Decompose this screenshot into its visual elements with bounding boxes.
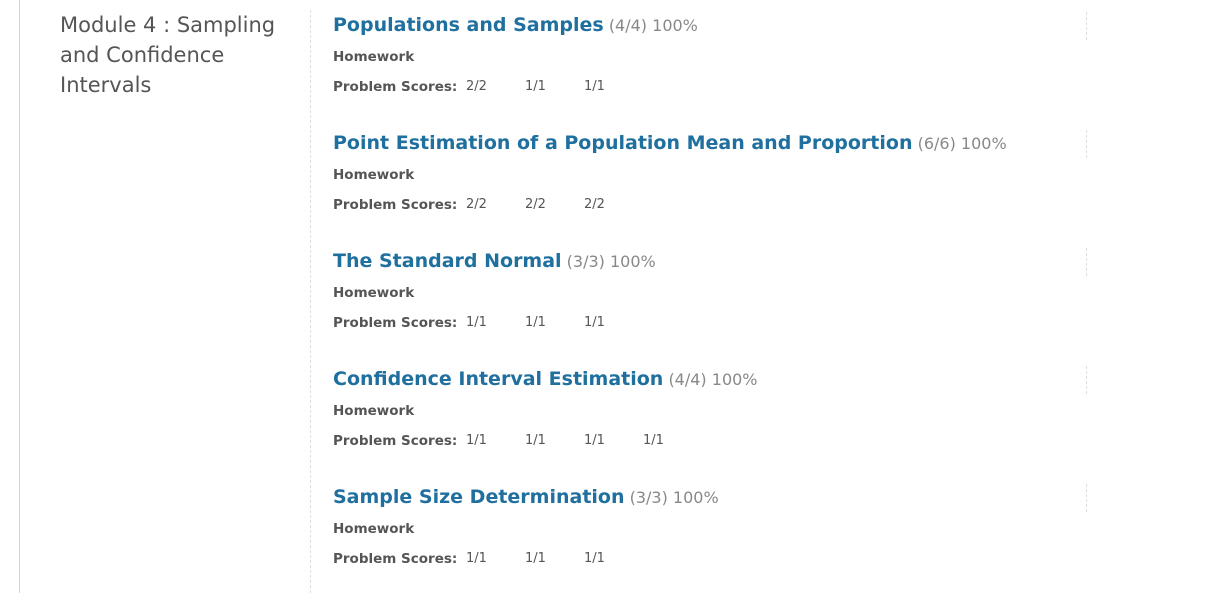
problem-score[interactable]: 1/1 <box>466 544 525 574</box>
problem-scores-label: Problem Scores: <box>333 79 458 95</box>
section-header: Point Estimation of a Population Mean an… <box>333 128 1093 162</box>
section-divider <box>1086 366 1087 394</box>
section-score: (3/3) 100% <box>629 488 719 507</box>
problem-score[interactable]: 1/1 <box>643 426 702 456</box>
problem-score[interactable]: 1/1 <box>525 72 584 102</box>
section-type: Homework <box>333 49 415 65</box>
section-title-link[interactable]: The Standard Normal <box>333 250 562 272</box>
problem-scores-label: Problem Scores: <box>333 551 458 567</box>
problem-scores-label: Problem Scores: <box>333 433 458 449</box>
problem-score[interactable]: 1/1 <box>525 308 584 338</box>
problem-score[interactable]: 2/2 <box>525 190 584 220</box>
problem-scores-row: Problem Scores: 1/1 1/1 1/1 <box>333 544 1093 574</box>
section-list: Populations and Samples (4/4) 100% Homew… <box>333 10 1093 600</box>
problem-score[interactable]: 1/1 <box>584 544 643 574</box>
problem-scores-row: Problem Scores: 1/1 1/1 1/1 1/1 <box>333 426 1093 456</box>
section-header: Confidence Interval Estimation (4/4) 100… <box>333 364 1093 398</box>
problem-score[interactable]: 1/1 <box>525 426 584 456</box>
section-type: Homework <box>333 167 415 183</box>
problem-score[interactable]: 1/1 <box>584 426 643 456</box>
section-item: Confidence Interval Estimation (4/4) 100… <box>333 364 1093 482</box>
section-item: Point Estimation of a Population Mean an… <box>333 128 1093 246</box>
section-header: Sample Size Determination (3/3) 100% <box>333 482 1093 516</box>
section-title-link[interactable]: Populations and Samples <box>333 14 604 36</box>
section-divider <box>1086 130 1087 158</box>
problem-score[interactable]: 1/1 <box>466 426 525 456</box>
section-score: (4/4) 100% <box>608 16 698 35</box>
section-divider <box>1086 12 1087 40</box>
section-header: Populations and Samples (4/4) 100% <box>333 10 1093 44</box>
section-score: (4/4) 100% <box>668 370 758 389</box>
section-score: (3/3) 100% <box>566 252 656 271</box>
section-type: Homework <box>333 285 415 301</box>
section-type: Homework <box>333 403 415 419</box>
problem-score[interactable]: 2/2 <box>466 72 525 102</box>
problem-score[interactable]: 1/1 <box>466 308 525 338</box>
section-item: Sample Size Determination (3/3) 100% Hom… <box>333 482 1093 600</box>
section-header: The Standard Normal (3/3) 100% <box>333 246 1093 280</box>
section-divider <box>1086 484 1087 512</box>
section-score: (6/6) 100% <box>917 134 1007 153</box>
problem-scores-row: Problem Scores: 2/2 1/1 1/1 <box>333 72 1093 102</box>
section-title-link[interactable]: Confidence Interval Estimation <box>333 368 663 390</box>
problem-score[interactable]: 1/1 <box>584 72 643 102</box>
column-divider <box>310 10 311 593</box>
section-title-link[interactable]: Sample Size Determination <box>333 486 625 508</box>
problem-score[interactable]: 1/1 <box>525 544 584 574</box>
section-item: Populations and Samples (4/4) 100% Homew… <box>333 10 1093 128</box>
problem-scores-label: Problem Scores: <box>333 197 458 213</box>
problem-score[interactable]: 2/2 <box>584 190 643 220</box>
module-title: Module 4 : Sampling and Confidence Inter… <box>60 13 276 97</box>
section-divider <box>1086 248 1087 276</box>
problem-scores-label: Problem Scores: <box>333 315 458 331</box>
problem-scores-row: Problem Scores: 1/1 1/1 1/1 <box>333 308 1093 338</box>
problem-score[interactable]: 1/1 <box>584 308 643 338</box>
section-item: The Standard Normal (3/3) 100% Homework … <box>333 246 1093 364</box>
section-type: Homework <box>333 521 415 537</box>
problem-scores-row: Problem Scores: 2/2 2/2 2/2 <box>333 190 1093 220</box>
problem-score[interactable]: 2/2 <box>466 190 525 220</box>
section-title-link[interactable]: Point Estimation of a Population Mean an… <box>333 132 912 154</box>
left-divider <box>19 0 20 593</box>
